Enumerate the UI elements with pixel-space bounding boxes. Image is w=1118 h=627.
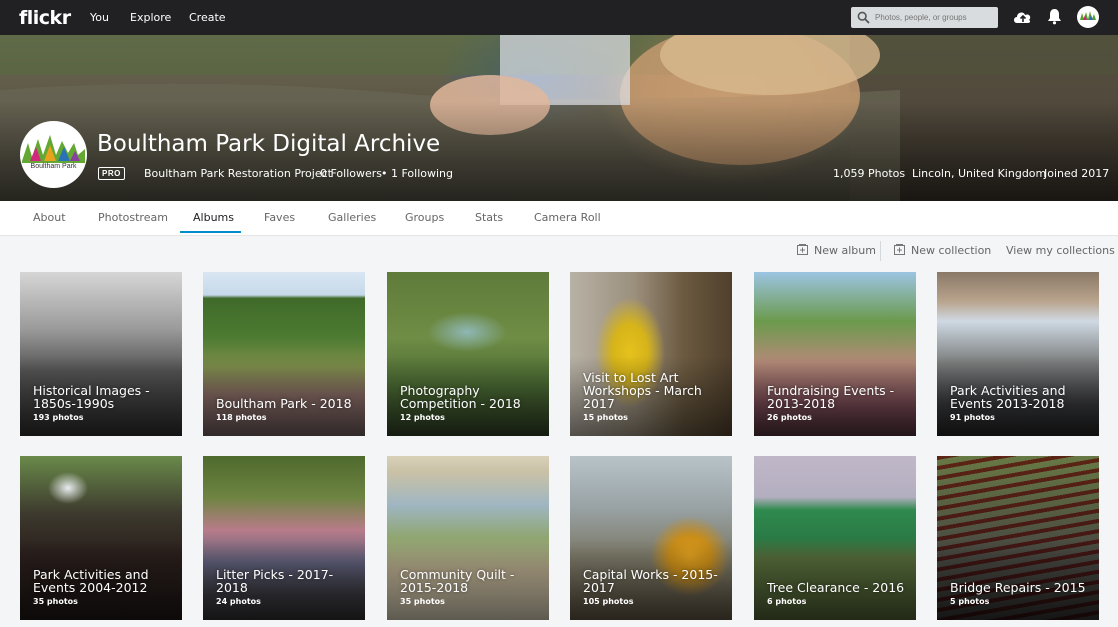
avatar-caption: Boultham Park [30,163,77,170]
top-navigation-bar: flickr You Explore Create [0,0,1118,35]
album-card[interactable]: Park Activities and Events 2013-2018 91 … [937,272,1099,436]
album-count: 105 photos [583,597,634,606]
tab-about[interactable]: About [33,211,66,224]
album-count: 6 photos [767,597,807,606]
album-title: Tree Clearance - 2016 [767,580,905,595]
album-count: 24 photos [216,597,261,606]
album-card[interactable]: Fundraising Events - 2013-2018 26 photos [754,272,916,436]
album-card[interactable]: Capital Works - 2015-2017 105 photos [570,456,732,620]
upload-cloud-icon[interactable] [1012,8,1034,26]
album-card[interactable]: Visit to Lost Art Workshops - March 2017… [570,272,732,436]
new-collection-button[interactable]: New collection [911,244,991,257]
new-album-button[interactable]: New album [814,244,876,257]
search-icon [857,11,870,24]
search-box[interactable] [851,7,998,28]
nav-create[interactable]: Create [189,11,226,24]
profile-name: Boultham Park Digital Archive [97,131,441,157]
action-divider [880,241,881,261]
photo-count: 1,059 Photos [833,167,906,180]
album-count: 12 photos [400,413,445,422]
album-title: Community Quilt - 2015-2018 [400,567,515,595]
pro-badge: PRO [98,167,125,180]
album-card[interactable]: Boultham Park - 2018 118 photos [203,272,365,436]
new-album-icon [797,244,808,255]
album-card[interactable]: Bridge Repairs - 2015 5 photos [937,456,1099,620]
search-input[interactable] [875,10,993,25]
active-tab-indicator [180,231,241,233]
profile-avatar[interactable]: Boultham Park [20,121,87,188]
album-count: 35 photos [400,597,445,606]
album-title: Park Activities and Events 2004-2012 [33,567,149,595]
meta-bullet: • [381,167,388,180]
album-title: Visit to Lost Art Workshops - March 2017 [583,370,702,411]
tab-camera-roll[interactable]: Camera Roll [534,211,601,224]
album-count: 26 photos [767,413,812,422]
album-title: Bridge Repairs - 2015 [950,580,1086,595]
following-link[interactable]: 1 Following [391,167,453,180]
notifications-bell-icon[interactable] [1047,8,1062,25]
album-card[interactable]: Historical Images - 1850s-1990s 193 phot… [20,272,182,436]
album-count: 193 photos [33,413,84,422]
user-avatar[interactable] [1077,6,1099,28]
avatar-logo-icon [1080,11,1096,20]
flickr-logo[interactable]: flickr [19,7,71,29]
album-title: Historical Images - 1850s-1990s [33,383,150,411]
album-title: Litter Picks - 2017-2018 [216,567,334,595]
album-title: Park Activities and Events 2013-2018 [950,383,1066,411]
album-title: Photography Competition - 2018 [400,383,521,411]
joined-date: Joined 2017 [1044,167,1110,180]
album-count: 5 photos [950,597,990,606]
tab-albums[interactable]: Albums [193,211,234,224]
album-count: 91 photos [950,413,995,422]
album-title: Boultham Park - 2018 [216,396,352,411]
tab-faves[interactable]: Faves [264,211,295,224]
followers-link[interactable]: 0 Followers [320,167,382,180]
album-count: 35 photos [33,597,78,606]
boultham-park-logo-icon [22,135,85,163]
tab-stats[interactable]: Stats [475,211,503,224]
nav-you[interactable]: You [90,11,109,24]
tab-photostream[interactable]: Photostream [98,211,168,224]
location: Lincoln, United Kingdom [912,167,1047,180]
album-card[interactable]: Park Activities and Events 2004-2012 35 … [20,456,182,620]
album-count: 15 photos [583,413,628,422]
album-card[interactable]: Tree Clearance - 2016 6 photos [754,456,916,620]
album-card[interactable]: Litter Picks - 2017-2018 24 photos [203,456,365,620]
album-card[interactable]: Photography Competition - 2018 12 photos [387,272,549,436]
view-collections-link[interactable]: View my collections [1006,244,1115,257]
tab-galleries[interactable]: Galleries [328,211,376,224]
nav-explore[interactable]: Explore [130,11,171,24]
album-card[interactable]: Community Quilt - 2015-2018 35 photos [387,456,549,620]
album-title: Capital Works - 2015-2017 [583,567,718,595]
album-title: Fundraising Events - 2013-2018 [767,383,895,411]
album-count: 118 photos [216,413,267,422]
profile-tabs: About Photostream Albums Faves Galleries… [0,201,1118,236]
tab-groups[interactable]: Groups [405,211,444,224]
profile-real-name: Boultham Park Restoration Project [144,167,332,180]
new-collection-icon [894,244,905,255]
